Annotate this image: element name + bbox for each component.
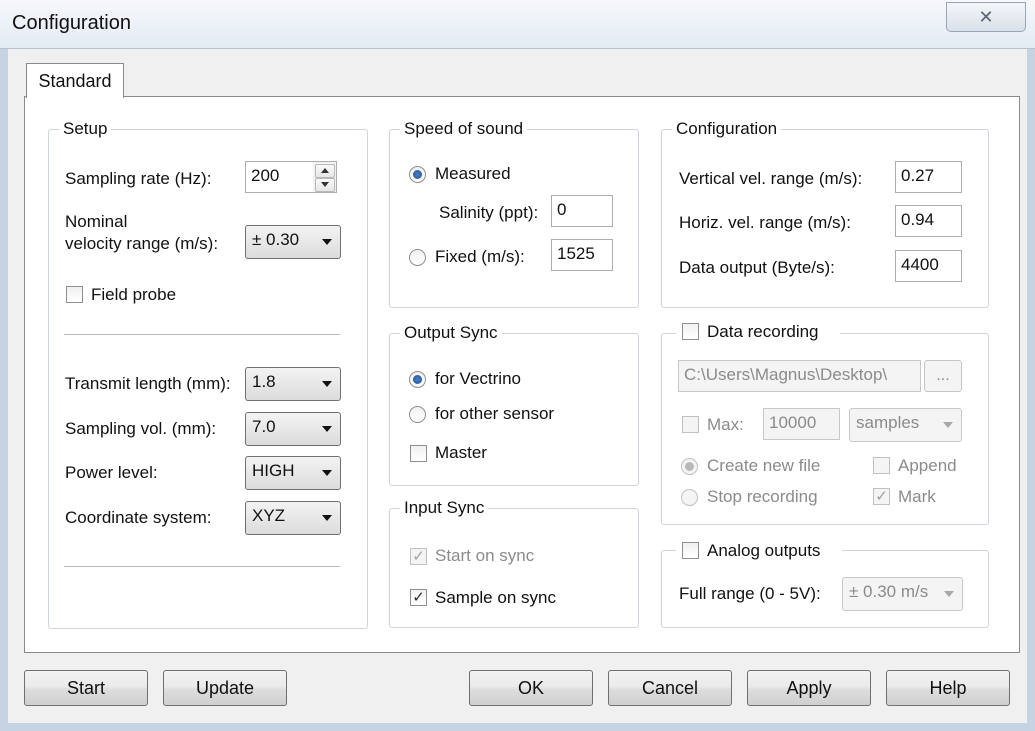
cancel-button[interactable]: Cancel — [608, 670, 732, 706]
nominal-velocity-label-line1: Nominal — [65, 212, 128, 231]
max-value-input[interactable]: 10000 — [763, 408, 840, 440]
full-range-value: ± 0.30 m/s — [849, 582, 929, 601]
window-title: Configuration — [12, 12, 131, 34]
chevron-down-icon — [322, 381, 332, 387]
start-button[interactable]: Start — [24, 670, 148, 706]
for-other-sensor-radio[interactable] — [409, 406, 426, 423]
for-other-sensor-label: for other sensor — [435, 404, 555, 423]
fixed-speed-input[interactable]: 1525 — [551, 239, 613, 271]
create-new-file-radio[interactable] — [681, 458, 698, 475]
transmit-length-value: 1.8 — [252, 372, 276, 391]
master-label: Master — [435, 443, 487, 462]
title-bar — [0, 0, 1035, 49]
fixed-label: Fixed (m/s): — [435, 247, 525, 266]
transmit-length-select[interactable]: 1.8 — [245, 367, 341, 401]
sample-on-sync-label: Sample on sync — [435, 588, 556, 607]
nominal-velocity-label-line2: velocity range (m/s): — [65, 234, 219, 253]
vertical-range-label: Vertical vel. range (m/s): — [679, 169, 863, 188]
master-checkbox[interactable] — [410, 445, 427, 462]
spin-up-icon[interactable] — [315, 164, 335, 178]
power-level-label: Power level: — [65, 463, 158, 482]
data-recording-checkbox[interactable] — [682, 323, 699, 340]
power-level-select[interactable]: HIGH — [245, 456, 341, 490]
power-level-value: HIGH — [252, 461, 295, 480]
max-unit-value: samples — [856, 413, 920, 432]
data-recording-title: Data recording — [707, 322, 819, 341]
append-label: Append — [898, 456, 957, 475]
input-sync-group — [389, 508, 639, 628]
full-range-select[interactable]: ± 0.30 m/s — [842, 577, 963, 611]
horiz-range-input[interactable]: 0.94 — [895, 205, 962, 237]
max-unit-select[interactable]: samples — [849, 408, 962, 442]
setup-divider-bottom — [64, 566, 340, 567]
spin-down-icon[interactable] — [315, 178, 335, 192]
for-vectrino-radio[interactable] — [409, 371, 426, 388]
configuration-group-title: Configuration — [672, 119, 782, 139]
setup-group-title: Setup — [59, 119, 112, 139]
sampling-vol-select[interactable]: 7.0 — [245, 412, 341, 446]
speed-of-sound-title: Speed of sound — [400, 119, 528, 139]
chevron-down-icon — [322, 470, 332, 476]
field-probe-label: Field probe — [91, 285, 177, 304]
nominal-velocity-select[interactable]: ± 0.30 — [245, 225, 341, 259]
sampling-rate-label: Sampling rate (Hz): — [65, 169, 212, 188]
max-checkbox[interactable] — [682, 416, 699, 433]
tab-standard[interactable]: Standard — [26, 63, 124, 98]
salinity-label: Salinity (ppt): — [439, 203, 539, 222]
data-output-label: Data output (Byte/s): — [679, 258, 835, 277]
close-button[interactable]: ✕ — [946, 2, 1026, 32]
browse-button[interactable]: ... — [924, 360, 962, 392]
data-output-input[interactable]: 4400 — [895, 250, 962, 282]
sampling-rate-input[interactable]: 200 — [245, 161, 315, 193]
apply-button[interactable]: Apply — [747, 670, 871, 706]
chevron-down-icon — [322, 239, 332, 245]
chevron-down-icon — [944, 591, 954, 597]
salinity-input[interactable]: 0 — [551, 195, 613, 227]
create-new-file-label: Create new file — [707, 456, 821, 475]
mark-checkbox[interactable]: ✓ — [873, 488, 890, 505]
sampling-vol-value: 7.0 — [252, 417, 276, 436]
full-range-label: Full range (0 - 5V): — [679, 584, 821, 603]
sampling-vol-label: Sampling vol. (mm): — [65, 419, 217, 438]
sampling-rate-spinner[interactable] — [313, 161, 337, 193]
input-sync-title: Input Sync — [400, 498, 489, 518]
chevron-down-icon — [322, 426, 332, 432]
mark-label: Mark — [898, 487, 936, 506]
output-sync-title: Output Sync — [400, 323, 502, 343]
close-icon: ✕ — [978, 6, 994, 27]
update-button[interactable]: Update — [163, 670, 287, 706]
stop-recording-radio[interactable] — [681, 489, 698, 506]
coordinate-system-select[interactable]: XYZ — [245, 501, 341, 535]
transmit-length-label: Transmit length (mm): — [65, 374, 231, 393]
append-checkbox[interactable] — [873, 457, 890, 474]
horiz-range-label: Horiz. vel. range (m/s): — [679, 213, 851, 232]
sample-on-sync-checkbox[interactable]: ✓ — [410, 589, 427, 606]
analog-outputs-title: Analog outputs — [707, 541, 821, 560]
analog-outputs-checkbox[interactable] — [682, 542, 699, 559]
nominal-velocity-value: ± 0.30 — [252, 230, 300, 249]
coordinate-system-label: Coordinate system: — [65, 508, 212, 527]
for-vectrino-label: for Vectrino — [435, 369, 521, 388]
ok-button[interactable]: OK — [469, 670, 593, 706]
measured-label: Measured — [435, 164, 511, 183]
measured-radio[interactable] — [409, 166, 426, 183]
stop-recording-label: Stop recording — [707, 487, 818, 506]
fixed-radio[interactable] — [409, 249, 426, 266]
start-on-sync-label: Start on sync — [435, 546, 535, 565]
coordinate-system-value: XYZ — [252, 506, 286, 525]
max-label: Max: — [707, 415, 744, 434]
start-on-sync-checkbox[interactable]: ✓ — [410, 548, 427, 565]
chevron-down-icon — [322, 515, 332, 521]
setup-divider-top — [64, 334, 340, 335]
help-button[interactable]: Help — [886, 670, 1010, 706]
recording-path-input[interactable]: C:\Users\Magnus\Desktop\ — [678, 360, 921, 392]
chevron-down-icon — [943, 422, 953, 428]
vertical-range-input[interactable]: 0.27 — [895, 161, 962, 193]
field-probe-checkbox[interactable] — [66, 286, 83, 303]
